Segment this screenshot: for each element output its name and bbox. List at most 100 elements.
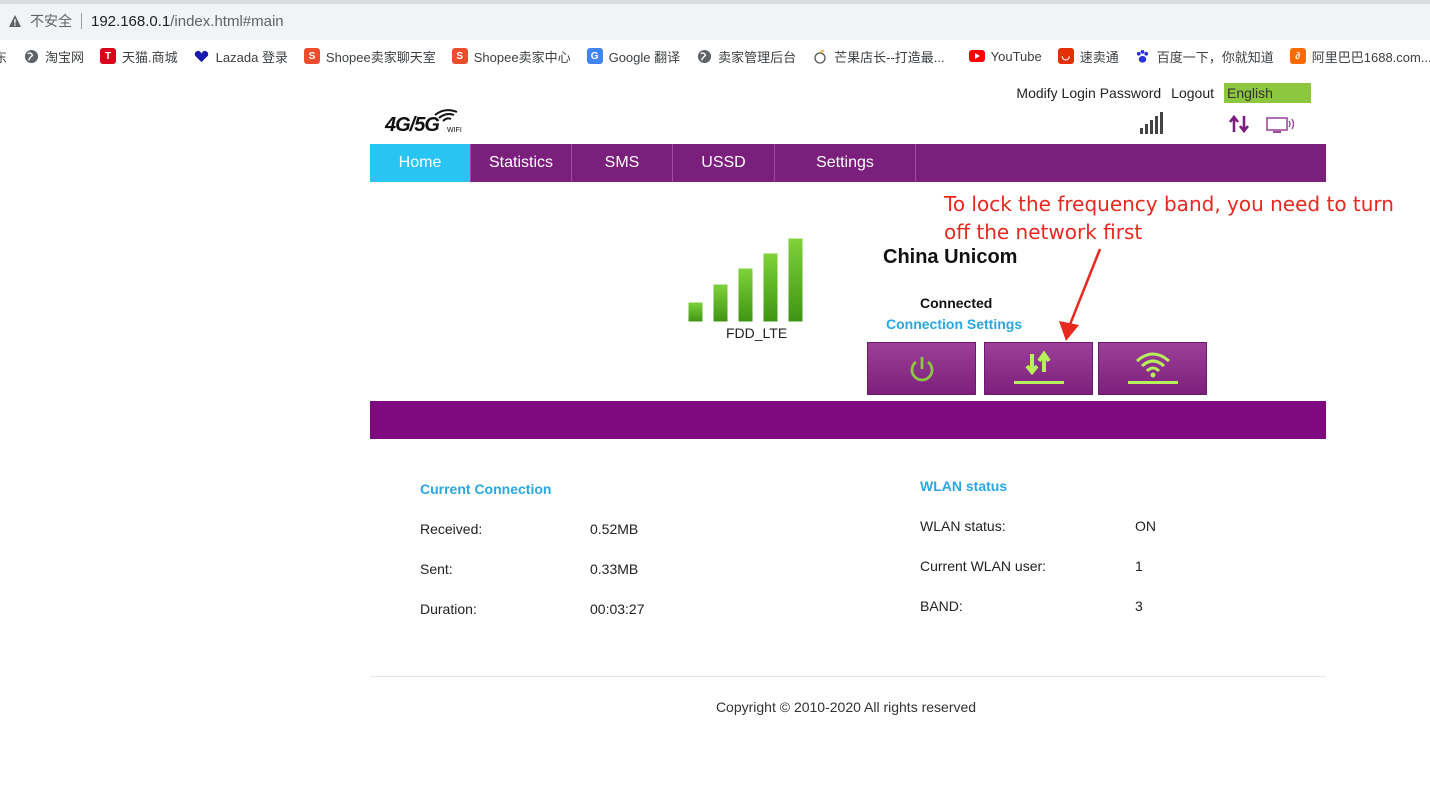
modify-password-link[interactable]: Modify Login Password bbox=[1016, 85, 1161, 101]
url-host[interactable]: 192.168.0.1 bbox=[91, 13, 170, 30]
bookmark-label: Google 翻译 bbox=[608, 49, 681, 65]
shopee-icon: S bbox=[451, 48, 468, 64]
duration-label: Duration: bbox=[420, 601, 477, 617]
band-label: BAND: bbox=[920, 598, 963, 614]
mango-icon bbox=[812, 48, 828, 64]
wifi-icon bbox=[1127, 352, 1178, 384]
bookmarks-bar: 东 淘宝网 T 天猫.商城 Lazada 登录 S Shopee卖家聊天室 S Sho… bbox=[0, 40, 1430, 72]
network-type: FDD_LTE bbox=[726, 325, 788, 341]
sent-value: 0.33MB bbox=[590, 561, 639, 577]
bookmark-item[interactable]: S Shopee卖家中心 bbox=[451, 47, 571, 66]
bookmark-label: 卖家管理后台 bbox=[718, 49, 797, 65]
aliexpress-icon: ◡ bbox=[1057, 48, 1074, 64]
mobile-data-button[interactable] bbox=[984, 342, 1093, 395]
annotation-arrow bbox=[1059, 248, 1102, 341]
tab-ussd[interactable]: USSD bbox=[673, 144, 775, 182]
globe-icon bbox=[23, 48, 39, 64]
main-nav: Home Statistics SMS USSD Settings bbox=[370, 144, 1326, 182]
bookmark-item[interactable]: ◡ 速卖通 bbox=[1057, 47, 1119, 66]
wlan-users-label: Current WLAN user: bbox=[920, 558, 1047, 574]
bookmark-item[interactable]: 百度一下，你就知道 bbox=[1135, 47, 1274, 66]
bookmark-label: 阿里巴巴1688.com... bbox=[1311, 49, 1430, 65]
data-toggle-icon bbox=[1013, 350, 1064, 384]
bookmark-label: Shopee卖家聊天室 bbox=[325, 49, 436, 65]
bookmark-item[interactable]: 淘宝网 bbox=[23, 47, 84, 66]
brand-logo: 4G/5G WIFI bbox=[385, 106, 467, 138]
signal-bar bbox=[688, 301, 704, 323]
network-power-button[interactable] bbox=[867, 342, 976, 395]
signal-bar bbox=[712, 283, 729, 323]
globe-icon bbox=[696, 48, 712, 64]
tmall-icon: T bbox=[100, 48, 117, 64]
bookmark-item[interactable]: G Google 翻译 bbox=[586, 47, 681, 66]
power-icon bbox=[910, 356, 933, 381]
received-value: 0.52MB bbox=[590, 521, 639, 537]
received-label: Received: bbox=[420, 521, 483, 537]
signal-bar bbox=[737, 267, 754, 323]
bookmark-label: Shopee卖家中心 bbox=[473, 49, 571, 65]
wlan-status-value: ON bbox=[1135, 518, 1156, 534]
browser-tab-strip-edge bbox=[0, 0, 1430, 4]
sent-label: Sent: bbox=[420, 561, 453, 577]
header-links: Modify Login Password Logout English bbox=[1016, 83, 1326, 103]
tab-sms[interactable]: SMS bbox=[572, 144, 673, 182]
wifi-toggle-button[interactable] bbox=[1098, 342, 1207, 395]
footer-divider bbox=[370, 676, 1326, 677]
duration-value: 00:03:27 bbox=[590, 601, 645, 617]
google-translate-icon: G bbox=[586, 48, 603, 64]
language-select[interactable]: English bbox=[1224, 83, 1311, 103]
tab-label: USSD bbox=[701, 154, 746, 171]
connection-status: Connected bbox=[920, 295, 993, 311]
signal-bar bbox=[762, 252, 779, 323]
alibaba-icon: ∂ bbox=[1289, 48, 1306, 64]
warning-icon[interactable] bbox=[8, 14, 22, 28]
tab-label: Settings bbox=[816, 154, 874, 171]
divider-bar bbox=[370, 401, 1326, 439]
browser-address-bar: 不安全 192.168.0.1 /index.html#main bbox=[0, 0, 1430, 40]
insecure-label: 不安全 bbox=[30, 13, 72, 29]
tab-settings[interactable]: Settings bbox=[775, 144, 916, 182]
logo-text: 4G/5G bbox=[385, 114, 440, 136]
baidu-icon bbox=[1135, 48, 1151, 64]
router-page: Modify Login Password Logout English 4G/… bbox=[370, 72, 1394, 798]
wlan-status-label: WLAN status: bbox=[920, 518, 1006, 534]
connection-settings-link[interactable]: Connection Settings bbox=[886, 316, 1022, 332]
tab-label: Home bbox=[398, 154, 442, 171]
omnibox[interactable]: 不安全 192.168.0.1 /index.html#main bbox=[0, 6, 1400, 36]
lazada-icon bbox=[194, 48, 210, 64]
bookmark-label: 芒果店长--打造最... bbox=[834, 49, 945, 65]
tab-label: Statistics bbox=[488, 154, 553, 171]
bookmark-label: YouTube bbox=[990, 48, 1042, 64]
youtube-icon bbox=[968, 48, 985, 64]
bookmark-item[interactable]: 卖家管理后台 bbox=[696, 47, 796, 66]
bookmark-item[interactable]: S Shopee卖家聊天室 bbox=[303, 47, 436, 66]
omnibox-separator bbox=[81, 13, 82, 29]
tab-label: SMS bbox=[604, 154, 640, 171]
tab-home[interactable]: Home bbox=[370, 144, 471, 182]
bookmark-item[interactable]: 东 bbox=[0, 47, 7, 66]
logo-subtext: WIFI bbox=[447, 127, 462, 134]
bookmark-label: 东 bbox=[0, 49, 8, 65]
data-transfer-icon bbox=[1228, 114, 1250, 134]
bookmark-item[interactable]: Lazada 登录 bbox=[194, 47, 288, 66]
bookmark-label: 百度一下，你就知道 bbox=[1156, 49, 1274, 65]
connected-devices-icon bbox=[1266, 117, 1295, 133]
bookmark-item[interactable]: YouTube bbox=[968, 48, 1042, 64]
annotation-text: To lock the frequency band, you need to … bbox=[944, 192, 1394, 244]
signal-bar bbox=[787, 238, 804, 323]
bookmark-label: Lazada 登录 bbox=[215, 49, 288, 65]
url-path[interactable]: /index.html#main bbox=[170, 13, 283, 30]
tab-statistics[interactable]: Statistics bbox=[471, 144, 572, 182]
wlan-users-value: 1 bbox=[1135, 558, 1143, 574]
bookmark-item[interactable]: T 天猫.商城 bbox=[100, 47, 178, 66]
logout-link[interactable]: Logout bbox=[1171, 85, 1214, 101]
wlan-status-title: WLAN status bbox=[920, 478, 1008, 494]
status-icons bbox=[1140, 112, 1296, 134]
bookmark-label: 天猫.商城 bbox=[122, 49, 178, 65]
copyright-text: Copyright © 2010-2020 All rights reserve… bbox=[715, 699, 977, 715]
bookmark-label: 淘宝网 bbox=[45, 49, 85, 65]
bookmark-item[interactable]: ∂ 阿里巴巴1688.com... bbox=[1289, 47, 1430, 66]
bookmark-item[interactable]: 芒果店长--打造最... bbox=[812, 47, 945, 66]
current-connection-title: Current Connection bbox=[420, 481, 552, 497]
band-value: 3 bbox=[1135, 598, 1143, 614]
